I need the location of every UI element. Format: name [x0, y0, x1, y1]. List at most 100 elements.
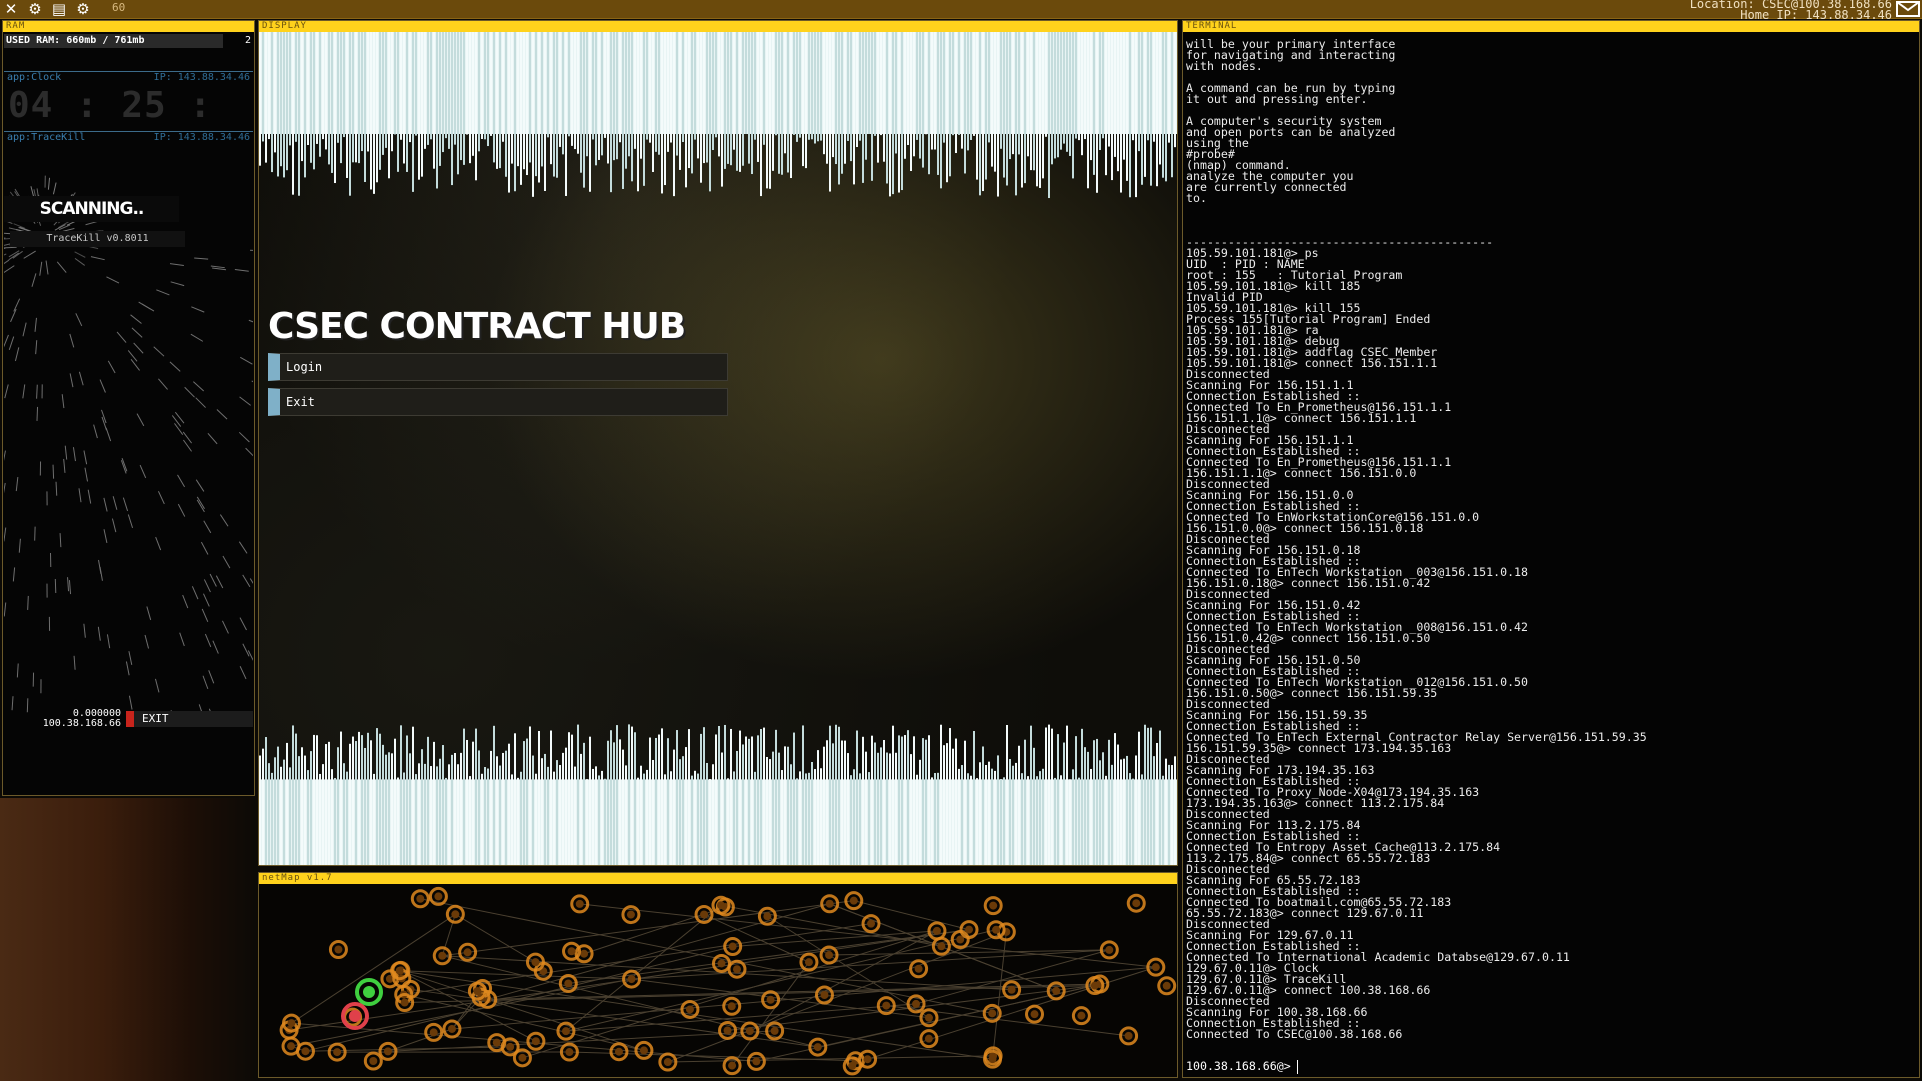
visualizer-bar	[712, 32, 714, 151]
visualizer-bar	[676, 32, 678, 156]
visualizer-bar	[442, 745, 444, 865]
trace-ray	[10, 308, 17, 323]
visualizer-bar	[406, 735, 408, 865]
visualizer-bar	[1114, 32, 1116, 157]
tracekill-ip: IP: 143.88.34.46	[153, 132, 250, 143]
visualizer-bar	[508, 32, 510, 193]
visualizer-bar	[589, 736, 591, 865]
visualizer-bar	[664, 774, 666, 865]
visualizer-bar	[1105, 32, 1107, 176]
visualizer-bar	[1039, 32, 1041, 188]
visualizer-bar	[1081, 32, 1083, 156]
network-map[interactable]	[259, 884, 1178, 1078]
visualizer-bar	[391, 753, 393, 865]
visualizer-bar	[505, 750, 507, 865]
visualizer-bar	[673, 32, 675, 197]
visualizer-bar	[550, 32, 552, 165]
visualizer-bar	[625, 32, 627, 169]
visualizer-bar	[424, 763, 426, 865]
visualizer-bar	[1060, 775, 1062, 865]
clock-app[interactable]: app:Clock IP: 143.88.34.46 04 : 25 : 17 …	[4, 71, 253, 167]
visualizer-bar	[658, 32, 660, 155]
trace-ray	[204, 633, 212, 648]
visualizer-bar	[565, 32, 567, 196]
visualizer-bar	[1099, 760, 1101, 865]
trace-ray	[73, 655, 76, 670]
terminal-input[interactable]: 100.38.168.66@>	[1186, 1059, 1298, 1074]
page-title: CSEC CONTRACT HUB	[268, 306, 686, 347]
visualizer-bar	[1039, 771, 1041, 865]
network-node-core	[813, 1043, 822, 1052]
trace-ray	[191, 306, 205, 313]
visualizer-bar	[496, 32, 498, 169]
trace-ray	[207, 433, 218, 445]
visualizer-bar	[862, 32, 864, 183]
visualizer-bar	[943, 32, 945, 143]
trace-ray	[245, 447, 253, 457]
visualizer-bar	[1168, 32, 1170, 143]
visualizer-bar	[433, 32, 435, 169]
visualizer-bar	[463, 728, 465, 865]
visualizer-bar	[949, 32, 951, 177]
network-node-core	[564, 979, 573, 988]
visualizer-bar	[1087, 32, 1089, 189]
visualizer-bar	[718, 32, 720, 157]
visualizer-bar	[346, 771, 348, 865]
visualizer-bar	[955, 738, 957, 865]
gear-icon[interactable]: ⚙	[74, 0, 92, 18]
visualizer-bar	[592, 768, 594, 865]
trace-ray	[4, 246, 17, 249]
visualizer-bar	[880, 747, 882, 865]
process-count: 2	[244, 35, 251, 46]
save-icon[interactable]: ▤	[50, 0, 68, 18]
visualizer-bar	[454, 753, 456, 865]
visualizer-bar	[304, 32, 306, 178]
visualizer-bar	[523, 32, 525, 170]
visualizer-bar	[502, 752, 504, 865]
visualizer-bar	[370, 32, 372, 190]
close-icon[interactable]: ✕	[2, 0, 20, 18]
trace-ray	[67, 577, 70, 592]
visualizer-bar	[736, 32, 738, 171]
visualizer-bar	[550, 730, 552, 865]
visualizer-bar	[754, 32, 756, 140]
trace-ray	[144, 634, 150, 649]
visualizer-bar	[988, 32, 990, 143]
visualizer-bar	[778, 32, 780, 174]
visualizer-bar	[1135, 755, 1137, 865]
visualizer-bar	[844, 32, 846, 164]
visualizer-bar	[412, 726, 414, 865]
mail-icon[interactable]	[1896, 0, 1920, 17]
visualizer-bar	[649, 737, 651, 865]
visualizer-bar	[1075, 736, 1077, 865]
tracekill-exit-button[interactable]: EXIT	[126, 711, 253, 727]
visualizer-bar	[1003, 32, 1005, 178]
visualizer-bar	[604, 32, 606, 138]
tracekill-app[interactable]: app:TraceKill IP: 143.88.34.46 SCANNING.…	[4, 131, 253, 728]
visualizer-bar	[859, 32, 861, 141]
visualizer-bar	[751, 32, 753, 175]
trace-ray	[4, 527, 7, 542]
visualizer-bar	[991, 32, 993, 167]
visualizer-bar	[937, 772, 939, 865]
visualizer-bar	[970, 775, 972, 865]
login-button[interactable]: Login	[268, 353, 728, 381]
visualizer-bar	[1057, 734, 1059, 865]
scanning-label: SCANNING..	[4, 196, 179, 222]
network-node-core	[825, 951, 834, 960]
network-node-core	[867, 919, 876, 928]
visualizer-bar	[787, 746, 789, 865]
settings-icon[interactable]: ⚙	[26, 0, 44, 18]
visualizer-bar	[442, 32, 444, 153]
trace-ray	[93, 424, 98, 439]
visualizer-bar	[394, 32, 396, 135]
visualizer-bar	[961, 32, 963, 149]
visualizer-bar	[556, 760, 558, 865]
exit-button[interactable]: Exit	[268, 388, 728, 416]
visualizer-bar	[886, 32, 888, 184]
visualizer-bar	[925, 32, 927, 135]
trace-ray	[4, 602, 7, 617]
visualizer-bar	[472, 32, 474, 156]
visualizer-bar	[1000, 779, 1002, 865]
visualizer-bar	[1123, 32, 1125, 160]
